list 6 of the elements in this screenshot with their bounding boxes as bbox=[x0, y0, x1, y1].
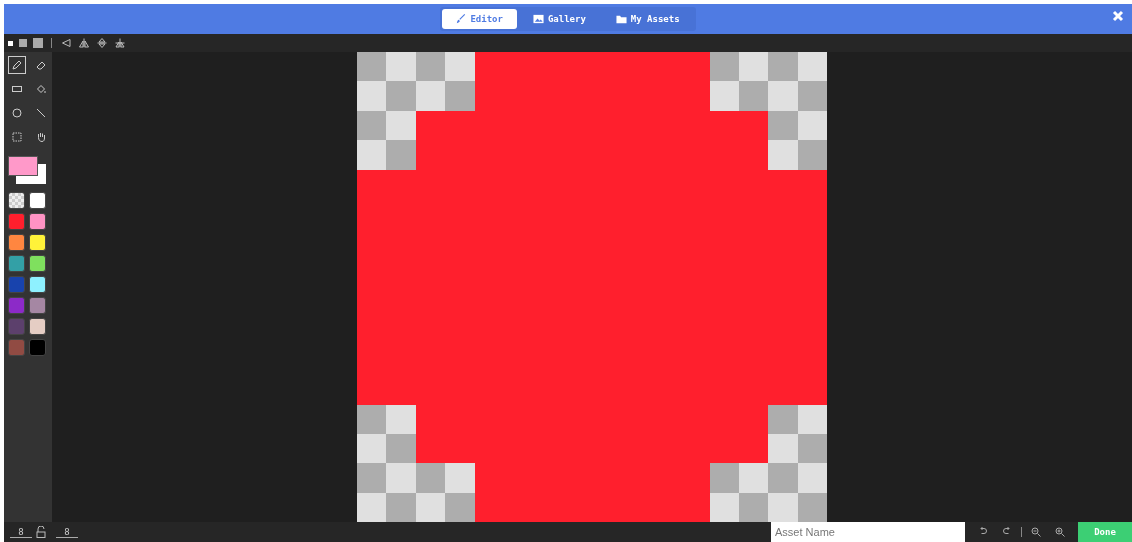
tab[interactable]: Editor bbox=[442, 9, 517, 29]
tab[interactable]: My Assets bbox=[601, 9, 694, 29]
width-field[interactable]: 8 bbox=[10, 526, 32, 538]
asset-name-field[interactable]: Asset Name bbox=[771, 522, 965, 542]
tab[interactable]: Gallery bbox=[518, 9, 600, 29]
height-field[interactable]: 8 bbox=[56, 526, 78, 538]
